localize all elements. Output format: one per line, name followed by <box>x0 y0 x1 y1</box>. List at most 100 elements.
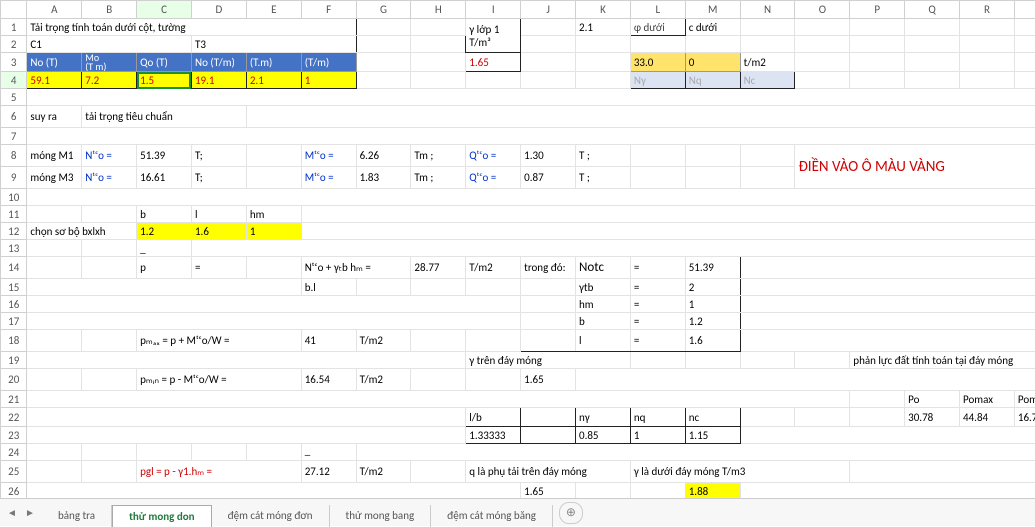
row-10[interactable]: 10 <box>1 189 27 206</box>
gamma-la-duoi: γ là dưới đáy móng T/m3 <box>630 461 849 483</box>
tab-dem-cat-mong-don[interactable]: đệm cát móng đơn <box>212 505 330 527</box>
col-F[interactable]: F <box>301 1 356 19</box>
col-K[interactable]: K <box>576 1 631 19</box>
col-I[interactable]: I <box>466 1 521 19</box>
col-D[interactable]: D <box>191 1 246 19</box>
hdr-no[interactable]: No (T) <box>27 53 82 72</box>
gamma-tren-val: 1.65 <box>521 369 576 391</box>
nq-hdr: nq <box>630 408 685 427</box>
tab-nav-next[interactable]: ► <box>21 504 39 522</box>
val-33[interactable]: 33.0 <box>630 53 685 72</box>
corner-cell[interactable] <box>1 1 27 19</box>
n-gamma: Nγ <box>630 72 685 89</box>
d4[interactable]: 19.1 <box>191 72 246 89</box>
row-9[interactable]: 9 <box>1 167 27 189</box>
unit-tm2: t/m2 <box>740 53 795 72</box>
col-Q[interactable]: Q <box>905 1 960 19</box>
f4[interactable]: 1 <box>301 72 356 89</box>
row-19[interactable]: 19 <box>1 352 27 369</box>
new-sheet-button[interactable]: ⊕ <box>559 502 583 524</box>
col-H[interactable]: H <box>411 1 466 19</box>
n-q: Nq <box>685 72 740 89</box>
column-headers[interactable]: ABCDEFGHIJKLMNOPQRS <box>1 1 1035 19</box>
mong-m3: móng M3 <box>27 167 82 189</box>
pmax-formula: pₘₐₓ = p + Mᵗᶜo/W = <box>137 330 302 352</box>
trong-do: trong đó: <box>521 257 576 279</box>
b-val[interactable]: 1.2 <box>137 223 192 240</box>
po-val: 30.78 <box>905 408 960 427</box>
mtco-label: Mᵗᶜo = <box>301 145 356 167</box>
val-0[interactable]: 0 <box>685 53 740 72</box>
col-C[interactable]: C <box>137 1 192 19</box>
ntco-label: Nᵗᶜo = <box>82 145 137 167</box>
gamma-lop[interactable]: γ lớp 1T/m³ <box>466 19 521 53</box>
c4-selected[interactable]: 1.5 <box>137 72 192 89</box>
qtco-val: 1.30 <box>521 145 576 167</box>
c-duoi[interactable]: c dưới <box>685 19 740 36</box>
row-1[interactable]: 1 <box>1 19 27 36</box>
tab-dem-cat-mong-bang[interactable]: đệm cát móng băng <box>431 505 553 527</box>
spreadsheet-grid[interactable]: ABCDEFGHIJKLMNOPQRS 1 Tải trọng tính toá… <box>0 0 1035 497</box>
row-4[interactable]: 4 <box>1 72 27 89</box>
tab-nav-prev[interactable]: ◄ <box>3 504 21 522</box>
row-18[interactable]: 18 <box>1 330 27 352</box>
col-N[interactable]: N <box>740 1 795 19</box>
hm-val[interactable]: 1 <box>246 223 301 240</box>
nc-val: 1.15 <box>685 427 740 444</box>
row-12[interactable]: 12 <box>1 223 27 240</box>
row-21[interactable]: 21 <box>1 391 27 408</box>
row-24[interactable]: 24 <box>1 444 27 461</box>
row-11[interactable]: 11 <box>1 206 27 223</box>
tab-thu-mong-bang[interactable]: thử mong bang <box>330 505 432 527</box>
group-t3[interactable]: T3 <box>191 36 356 53</box>
hdr-tm[interactable]: (T.m) <box>246 53 301 72</box>
hdr-no2[interactable]: No (T/m) <box>191 53 246 72</box>
phi-duoi[interactable]: φ dưới <box>630 19 685 36</box>
row-17[interactable]: 17 <box>1 313 27 330</box>
k1[interactable]: 2.1 <box>576 19 631 36</box>
bl-label: b.l <box>301 279 356 296</box>
col-L[interactable]: L <box>630 1 685 19</box>
hdr-tm2[interactable]: (T/m) <box>301 53 356 72</box>
hdr-qo[interactable]: Qo (T) <box>137 53 192 72</box>
q-val: 1.65 <box>521 483 576 500</box>
row-6[interactable]: 6 <box>1 106 27 128</box>
row-20[interactable]: 20 <box>1 369 27 391</box>
row-14[interactable]: 14 <box>1 257 27 279</box>
a4[interactable]: 59.1 <box>27 72 82 89</box>
gamma-val[interactable]: 1.65 <box>466 53 521 72</box>
lb-hdr: l/b <box>466 408 521 427</box>
l-val[interactable]: 1.6 <box>191 223 246 240</box>
row-16[interactable]: 16 <box>1 296 27 313</box>
col-E[interactable]: E <box>246 1 301 19</box>
col-B[interactable]: B <box>82 1 137 19</box>
row-7[interactable]: 7 <box>1 128 27 145</box>
title-cell[interactable]: Tải trọng tính toán dưới cột, tường <box>27 19 356 36</box>
group-c1[interactable]: C1 <box>27 36 192 53</box>
tab-thu-mong-don[interactable]: thử mong don <box>112 505 212 527</box>
gamma-duoi-val[interactable]: 1.88 <box>685 483 740 500</box>
row-15[interactable]: 15 <box>1 279 27 296</box>
pomin-val: 16.72 <box>1014 408 1035 427</box>
row-22[interactable]: 22 <box>1 408 27 427</box>
col-R[interactable]: R <box>960 1 1015 19</box>
row-3[interactable]: 3 <box>1 53 27 72</box>
col-P[interactable]: P <box>850 1 905 19</box>
row-13[interactable]: 13 <box>1 240 27 257</box>
row-25[interactable]: 25 <box>1 461 27 483</box>
b4[interactable]: 7.2 <box>82 72 137 89</box>
row-5[interactable]: 5 <box>1 89 27 106</box>
col-O[interactable]: O <box>795 1 850 19</box>
row-2[interactable]: 2 <box>1 36 27 53</box>
row-23[interactable]: 23 <box>1 427 27 444</box>
row-26[interactable]: 26 <box>1 483 27 500</box>
tab-bang-tra[interactable]: bảng tra <box>42 505 112 527</box>
e4[interactable]: 2.1 <box>246 72 301 89</box>
col-A[interactable]: A <box>27 1 82 19</box>
col-S[interactable]: S <box>1014 1 1035 19</box>
row-8[interactable]: 8 <box>1 145 27 167</box>
col-M[interactable]: M <box>685 1 740 19</box>
col-G[interactable]: G <box>356 1 411 19</box>
col-J[interactable]: J <box>521 1 576 19</box>
hdr-mo[interactable]: Mo(T m) <box>82 53 137 72</box>
